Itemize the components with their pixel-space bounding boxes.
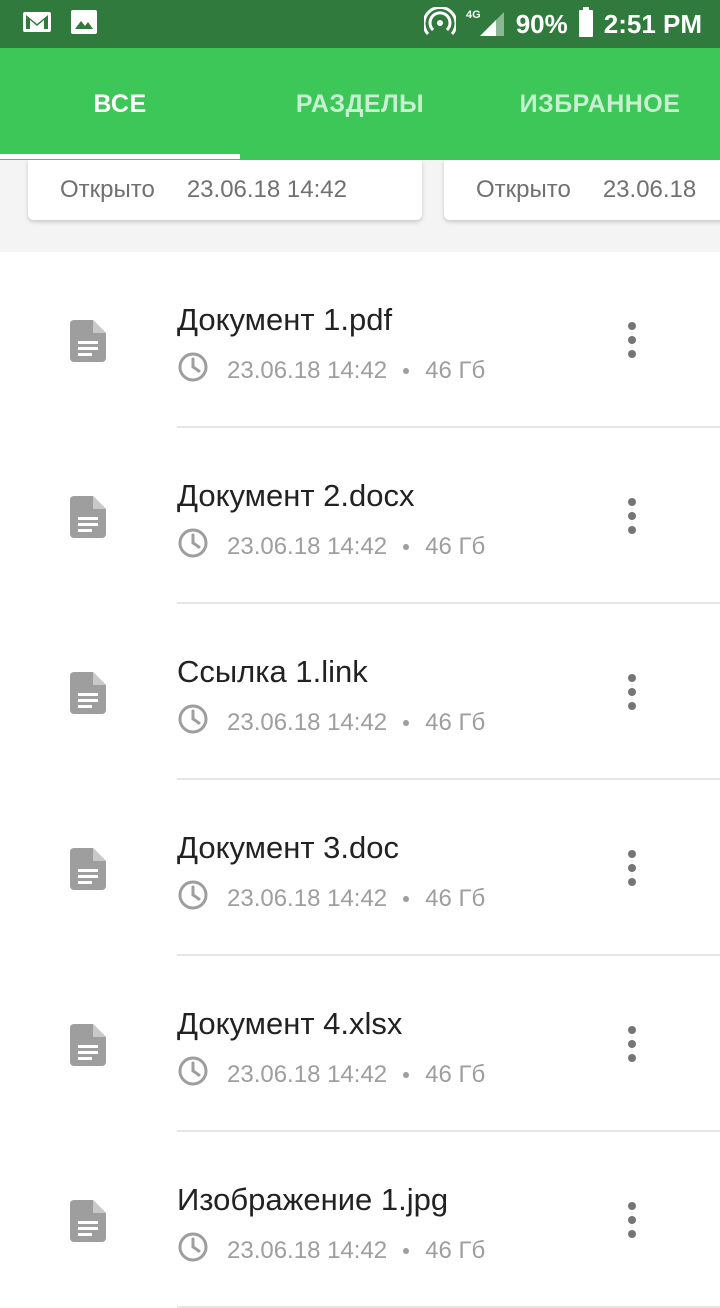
- file-date: 23.06.18 14:42: [227, 356, 388, 384]
- more-vert-icon-dot: [628, 498, 636, 506]
- file-row[interactable]: Ссылка 1.link 23.06.18 14:42 46 Гб: [0, 604, 720, 780]
- file-name: Изображение 1.jpg: [177, 1182, 449, 1217]
- file-date: 23.06.18 14:42: [227, 532, 388, 560]
- more-vert-icon-dot: [628, 1040, 636, 1048]
- document-icon: [70, 320, 106, 362]
- file-row[interactable]: Документ 3.doc 23.06.18 14:42 46 Гб: [0, 780, 720, 956]
- file-name: Документ 4.xlsx: [177, 1006, 403, 1041]
- file-name: Ссылка 1.link: [177, 654, 368, 689]
- clock-icon: [177, 527, 227, 566]
- active-tab-indicator: [0, 154, 240, 159]
- recent-card-label: Открыто: [60, 176, 155, 203]
- file-size: 46 Гб: [425, 884, 486, 912]
- separator-dot: [403, 367, 410, 374]
- separator-dot: [403, 719, 410, 726]
- recent-card-datetime: 23.06.18: [602, 176, 697, 203]
- document-icon: [70, 1200, 106, 1242]
- tab-favorites[interactable]: ИЗБРАННОЕ: [480, 48, 720, 160]
- file-row[interactable]: Документ 2.docx 23.06.18 14:42 46 Гб: [0, 428, 720, 604]
- more-options-button[interactable]: [612, 842, 652, 894]
- clock-icon: [177, 879, 227, 918]
- tab-sections[interactable]: РАЗДЕЛЫ: [240, 48, 480, 160]
- more-options-button[interactable]: [612, 666, 652, 718]
- clock-icon: [177, 351, 227, 390]
- file-row[interactable]: Документ 1.pdf 23.06.18 14:42 46 Гб: [0, 252, 720, 428]
- image-icon: [70, 9, 98, 40]
- separator-dot: [403, 543, 410, 550]
- file-size: 46 Гб: [425, 708, 486, 736]
- document-icon: [70, 848, 106, 890]
- file-name: Документ 1.pdf: [177, 302, 393, 337]
- more-vert-icon-dot: [628, 1054, 636, 1062]
- recent-card[interactable]: Открыто 23.06.18: [444, 160, 720, 220]
- file-date: 23.06.18 14:42: [227, 884, 388, 912]
- more-options-button[interactable]: [612, 314, 652, 366]
- more-options-button[interactable]: [612, 1018, 652, 1070]
- recent-files-strip[interactable]: Открыто 23.06.18 14:42 Открыто 23.06.18: [0, 160, 720, 252]
- more-vert-icon-dot: [628, 322, 636, 330]
- file-row[interactable]: Изображение 1.jpg 23.06.18 14:42 46 Гб: [0, 1132, 720, 1308]
- more-options-button[interactable]: [612, 490, 652, 542]
- gmail-icon: [22, 10, 52, 39]
- more-vert-icon-dot: [628, 1026, 636, 1034]
- more-vert-icon-dot: [628, 674, 636, 682]
- more-vert-icon-dot: [628, 1202, 636, 1210]
- file-size: 46 Гб: [425, 1060, 486, 1088]
- file-size: 46 Гб: [425, 1236, 486, 1264]
- more-vert-icon-dot: [628, 688, 636, 696]
- clock-icon: [177, 703, 227, 742]
- more-vert-icon-dot: [628, 702, 636, 710]
- status-bar: 4G 90% 2:51 PM: [0, 0, 720, 48]
- tab-all[interactable]: ВСЕ: [0, 48, 240, 160]
- file-meta: 23.06.18 14:42 46 Гб: [177, 1055, 485, 1094]
- file-size: 46 Гб: [425, 356, 486, 384]
- more-vert-icon-dot: [628, 336, 636, 344]
- file-name: Документ 3.doc: [177, 830, 399, 865]
- file-meta: 23.06.18 14:42 46 Гб: [177, 351, 485, 390]
- more-vert-icon-dot: [628, 850, 636, 858]
- document-icon: [70, 496, 106, 538]
- more-vert-icon-dot: [628, 1216, 636, 1224]
- file-size: 46 Гб: [425, 532, 486, 560]
- more-vert-icon-dot: [628, 512, 636, 520]
- separator-dot: [403, 895, 410, 902]
- battery-icon: [578, 6, 594, 42]
- file-meta: 23.06.18 14:42 46 Гб: [177, 1231, 485, 1270]
- separator-dot: [403, 1247, 410, 1254]
- file-name: Документ 2.docx: [177, 478, 415, 513]
- clock-icon: [177, 1231, 227, 1270]
- file-date: 23.06.18 14:42: [227, 708, 388, 736]
- file-meta: 23.06.18 14:42 46 Гб: [177, 527, 485, 566]
- file-date: 23.06.18 14:42: [227, 1060, 388, 1088]
- recent-card[interactable]: Открыто 23.06.18 14:42: [28, 160, 422, 220]
- recent-card-label: Открыто: [476, 176, 571, 203]
- file-date: 23.06.18 14:42: [227, 1236, 388, 1264]
- network-label: 4G: [466, 9, 481, 21]
- signal-icon: 4G: [466, 7, 506, 42]
- file-row[interactable]: Документ 4.xlsx 23.06.18 14:42 46 Гб: [0, 956, 720, 1132]
- document-icon: [70, 672, 106, 714]
- more-vert-icon-dot: [628, 350, 636, 358]
- clock-icon: [177, 1055, 227, 1094]
- more-vert-icon-dot: [628, 1230, 636, 1238]
- battery-percent: 90%: [515, 8, 568, 39]
- document-icon: [70, 1024, 106, 1066]
- separator-dot: [403, 1071, 410, 1078]
- file-meta: 23.06.18 14:42 46 Гб: [177, 703, 485, 742]
- clock-time: 2:51 PM: [603, 8, 702, 39]
- more-vert-icon-dot: [628, 526, 636, 534]
- file-meta: 23.06.18 14:42 46 Гб: [177, 879, 485, 918]
- recent-card-datetime: 23.06.18 14:42: [186, 176, 347, 203]
- tab-bar: ВСЕ РАЗДЕЛЫ ИЗБРАННОЕ: [0, 48, 720, 160]
- file-list: Документ 1.pdf 23.06.18 14:42 46 Гб Доку…: [0, 252, 720, 1308]
- more-options-button[interactable]: [612, 1194, 652, 1246]
- more-vert-icon-dot: [628, 864, 636, 872]
- hotspot-icon: [422, 5, 458, 42]
- more-vert-icon-dot: [628, 878, 636, 886]
